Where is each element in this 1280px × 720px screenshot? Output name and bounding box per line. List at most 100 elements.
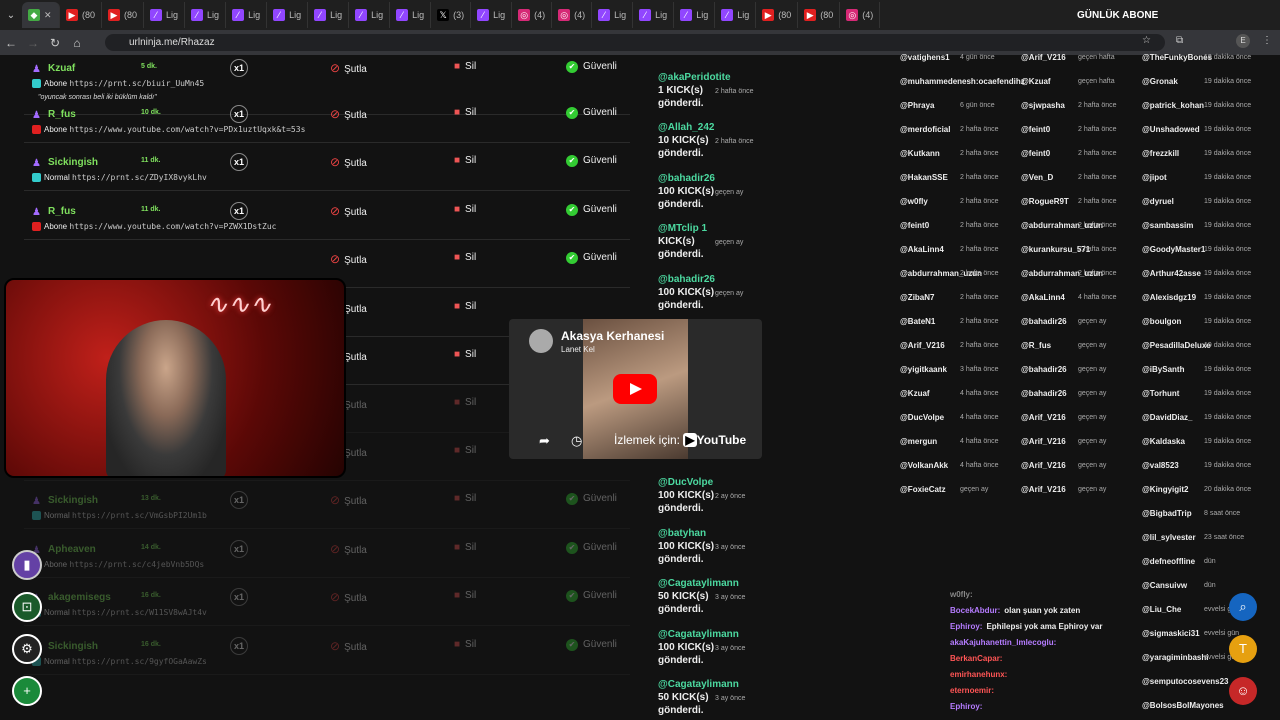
chat-user[interactable]: eternoemir:: [950, 686, 994, 695]
subscriber-name[interactable]: @Liu_Che: [1142, 605, 1181, 614]
kick-button[interactable]: Şutla: [330, 252, 367, 266]
kick-button[interactable]: Şutla: [330, 639, 367, 653]
share-icon[interactable]: ➦: [539, 433, 550, 449]
subscriber-name[interactable]: @feint0: [900, 221, 929, 230]
browser-tab[interactable]: ⁄ Lig: [592, 2, 634, 28]
subscriber-name[interactable]: @merdoficial: [900, 125, 950, 134]
chat-user[interactable]: BocekAbdur:: [950, 606, 1000, 615]
browser-tab[interactable]: ▶ (80: [102, 2, 145, 28]
safe-button[interactable]: Güvenli: [566, 639, 617, 651]
subscriber-name[interactable]: @lil_sylvester: [1142, 533, 1196, 542]
delete-button[interactable]: Sil: [454, 639, 476, 650]
browser-tab[interactable]: ⁄ Lig: [267, 2, 309, 28]
subscriber-name[interactable]: @Torhunt: [1142, 389, 1179, 398]
chat-user[interactable]: w0fly:: [950, 590, 973, 599]
browser-tab[interactable]: ⁄ Lig: [674, 2, 716, 28]
browser-tab[interactable]: ⁄ Lig: [185, 2, 227, 28]
subscriber-name[interactable]: @jipot: [1142, 173, 1167, 182]
kick-sender[interactable]: @MTclip 1: [658, 222, 798, 235]
kick-sender[interactable]: @DucVolpe: [658, 476, 798, 489]
kick-button[interactable]: Şutla: [330, 204, 367, 218]
subscriber-name[interactable]: @feint0: [1021, 149, 1050, 158]
delete-button[interactable]: Sil: [454, 445, 476, 456]
person-icon[interactable]: ☺: [1229, 677, 1257, 705]
subscriber-name[interactable]: @bahadir26: [1021, 389, 1067, 398]
subscriber-name[interactable]: @BolsosBolMayones: [1142, 701, 1224, 710]
subscriber-name[interactable]: @dyruel: [1142, 197, 1174, 206]
browser-tab[interactable]: ⁄ Lig: [144, 2, 186, 28]
username[interactable]: Sickingish: [48, 495, 98, 506]
subscriber-name[interactable]: @RogueR9T: [1021, 197, 1069, 206]
subscriber-name[interactable]: @AkaLinn4: [900, 245, 944, 254]
close-tab-icon[interactable]: ✕: [44, 10, 52, 21]
reload-icon[interactable]: ↻: [44, 36, 66, 50]
safe-button[interactable]: Güvenli: [566, 155, 617, 167]
extensions-icon[interactable]: ⧉: [1176, 35, 1183, 46]
delete-button[interactable]: Sil: [454, 107, 476, 118]
subscriber-name[interactable]: @FoxieCatz: [900, 485, 946, 494]
username[interactable]: Sickingish: [48, 157, 98, 168]
delete-button[interactable]: Sil: [454, 155, 476, 166]
subscriber-name[interactable]: @patrick_kohan: [1142, 101, 1204, 110]
delete-button[interactable]: Sil: [454, 252, 476, 263]
link-url[interactable]: https://prnt.sc/biuir_UuMn45: [69, 79, 204, 88]
play-button-icon[interactable]: [613, 374, 657, 404]
safe-button[interactable]: Güvenli: [566, 542, 617, 554]
kick-sender[interactable]: @bahadir26: [658, 273, 798, 286]
kick-sender[interactable]: @bahadir26: [658, 172, 798, 185]
subscriber-name[interactable]: @val8523: [1142, 461, 1179, 470]
link-url[interactable]: https://prnt.sc/c4jebVnb5DQs: [69, 560, 204, 569]
subscriber-name[interactable]: @sambassim: [1142, 221, 1193, 230]
delete-button[interactable]: Sil: [454, 301, 476, 312]
link-url[interactable]: https://www.youtube.com/watch?v=PZWX1Dst…: [69, 222, 276, 231]
subscriber-name[interactable]: @Phraya: [900, 101, 934, 110]
browser-tab[interactable]: ⁄ Lig: [715, 2, 757, 28]
username[interactable]: Apheaven: [48, 544, 96, 555]
subscriber-name[interactable]: @GoodyMaster1: [1142, 245, 1205, 254]
subscriber-name[interactable]: @Gronak: [1142, 77, 1178, 86]
subscriber-name[interactable]: @bahadir26: [1021, 365, 1067, 374]
link-url[interactable]: https://prnt.sc/ZDyIX8vykLhv: [72, 173, 207, 182]
kick-button[interactable]: Şutla: [330, 61, 367, 75]
username[interactable]: Sickingish: [48, 641, 98, 652]
subscriber-name[interactable]: @boulgon: [1142, 317, 1181, 326]
kick-icon[interactable]: ⊡: [12, 592, 42, 622]
browser-tab[interactable]: ▶ (80: [756, 2, 799, 28]
subscriber-name[interactable]: @yigitkaank: [900, 365, 947, 374]
delete-button[interactable]: Sil: [454, 204, 476, 215]
subscriber-name[interactable]: @Kingyigit2: [1142, 485, 1188, 494]
trophy-icon[interactable]: T: [1229, 635, 1257, 663]
subscriber-name[interactable]: @Arthur42asse: [1142, 269, 1201, 278]
subscriber-name[interactable]: @Kzuaf: [900, 389, 930, 398]
chat-user[interactable]: akaKajuhanettin_lmlecoglu:: [950, 638, 1056, 647]
link-url[interactable]: https://prnt.sc/9gyfOGaAawZs: [72, 657, 207, 666]
menu-icon[interactable]: ⋮: [1262, 35, 1272, 46]
browser-tab[interactable]: ⁄ Lig: [390, 2, 432, 28]
subscriber-name[interactable]: @Kaldaska: [1142, 437, 1185, 446]
kick-sender[interactable]: @Allah_242: [658, 121, 798, 134]
delete-button[interactable]: Sil: [454, 61, 476, 72]
subscriber-name[interactable]: @AkaLinn4: [1021, 293, 1065, 302]
kick-sender[interactable]: @batyhan: [658, 527, 798, 540]
watch-later-icon[interactable]: ◷: [571, 433, 582, 449]
gear-icon[interactable]: ⚙: [12, 634, 42, 664]
link-url[interactable]: https://prnt.sc/VmGsbPI2Um1b: [72, 511, 207, 520]
delete-button[interactable]: Sil: [454, 590, 476, 601]
safe-button[interactable]: Güvenli: [566, 252, 617, 264]
browser-tab[interactable]: ◎ (4): [512, 2, 553, 28]
kick-button[interactable]: Şutla: [330, 107, 367, 121]
delete-button[interactable]: Sil: [454, 542, 476, 553]
subscriber-name[interactable]: @vatighens1: [900, 53, 950, 62]
add-user-icon[interactable]: +: [12, 676, 42, 706]
link-url[interactable]: https://www.youtube.com/watch?v=PDx1uztU…: [69, 125, 305, 134]
subscriber-name[interactable]: @DavidDiaz_: [1142, 413, 1192, 422]
kick-sender[interactable]: @Cagataylimann: [658, 678, 798, 691]
subscriber-name[interactable]: @Arif_V216: [1021, 437, 1066, 446]
subscriber-name[interactable]: @muhammedenesh:ocaefendihz: [900, 77, 1025, 86]
bookmark-star-icon[interactable]: ☆: [1142, 35, 1151, 46]
subscriber-name[interactable]: @Arif_V216: [1021, 53, 1066, 62]
browser-tab[interactable]: ⁄ Lig: [633, 2, 675, 28]
subscriber-name[interactable]: @PesadillaDeluxe: [1142, 341, 1211, 350]
kick-button[interactable]: Şutla: [330, 155, 367, 169]
subscriber-name[interactable]: @w0fly: [900, 197, 928, 206]
